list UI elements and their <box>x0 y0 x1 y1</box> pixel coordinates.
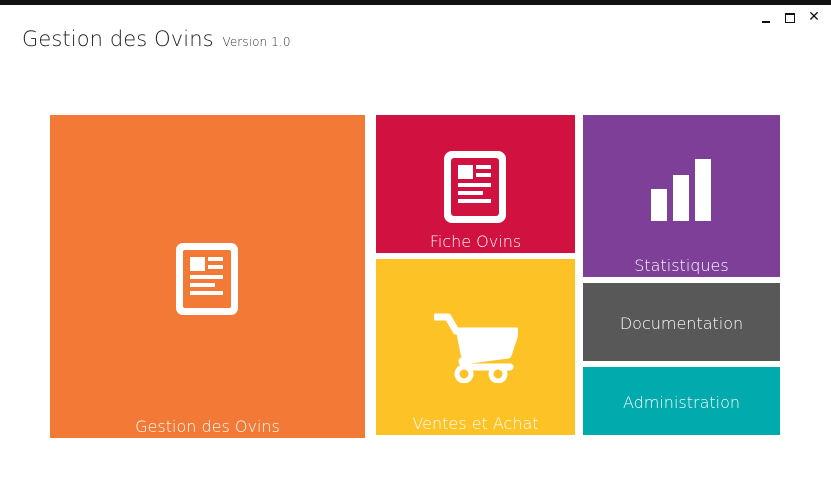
maximize-icon <box>785 13 795 23</box>
shopping-cart-icon <box>434 313 518 383</box>
document-icon <box>176 243 238 315</box>
app-version: Version 1.0 <box>222 35 291 49</box>
minimize-icon <box>762 21 770 23</box>
minimize-button[interactable] <box>757 9 775 25</box>
close-button[interactable]: ✕ <box>805 9 823 25</box>
window-top-border <box>0 0 831 5</box>
tile-statistiques[interactable]: Statistiques <box>583 115 780 277</box>
close-icon: ✕ <box>808 9 820 25</box>
document-icon <box>444 151 506 223</box>
tile-ventes-et-achat[interactable]: Ventes et Achat <box>376 259 575 435</box>
tile-documentation[interactable]: Documentation <box>583 283 780 361</box>
bar-chart-icon <box>651 159 711 221</box>
tile-label: Documentation <box>619 314 744 333</box>
tile-gestion-des-ovins[interactable]: Gestion des Ovins <box>50 115 365 438</box>
tile-label: Gestion des Ovins <box>135 417 280 436</box>
tile-label: Statistiques <box>634 256 729 275</box>
tile-label: Administration <box>622 393 741 412</box>
tile-label: Ventes et Achat <box>412 414 539 433</box>
app-title: Gestion des Ovins <box>22 27 214 51</box>
app-title-area: Gestion des Ovins Version 1.0 <box>22 27 291 51</box>
tile-administration[interactable]: Administration <box>583 367 780 435</box>
tile-fiche-ovins[interactable]: Fiche Ovins <box>376 115 575 253</box>
tile-label: Fiche Ovins <box>429 232 522 251</box>
maximize-button[interactable] <box>781 9 799 25</box>
